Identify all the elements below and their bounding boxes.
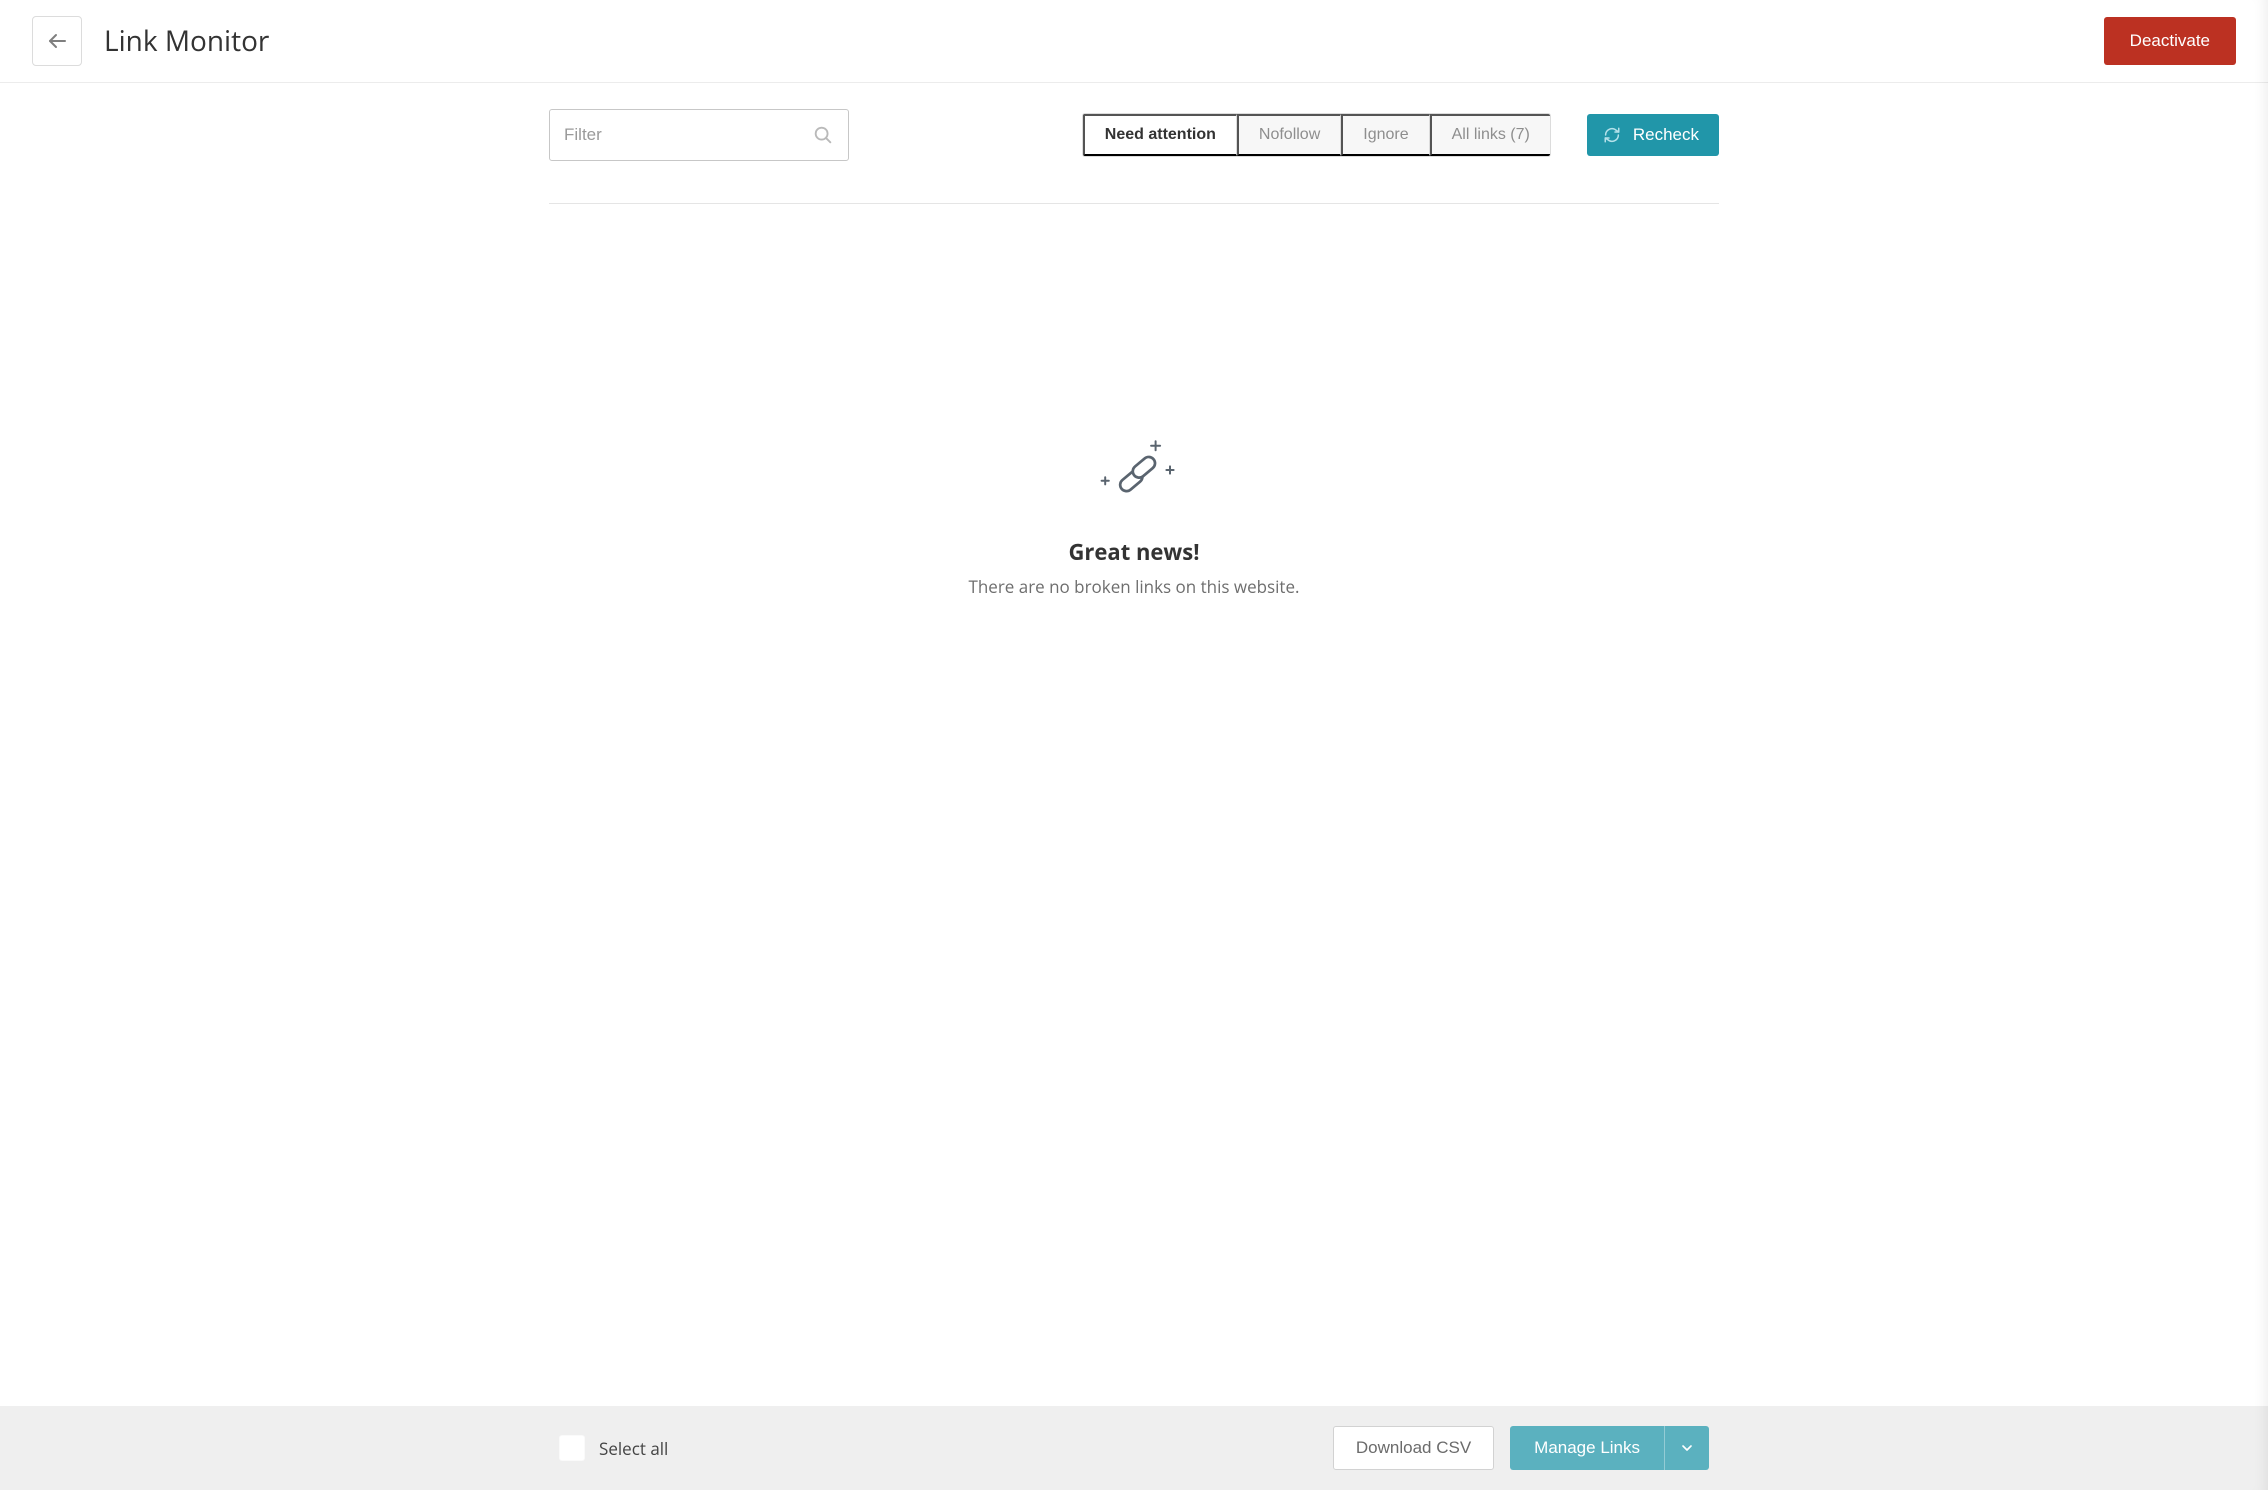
- footer: Select all Download CSV Manage Links: [0, 1406, 2268, 1490]
- download-csv-button[interactable]: Download CSV: [1333, 1426, 1494, 1470]
- empty-heading: Great news!: [1069, 537, 1200, 567]
- tab-all-links[interactable]: All links (7): [1430, 114, 1550, 156]
- recheck-button-label: Recheck: [1633, 125, 1699, 145]
- back-button[interactable]: [32, 16, 82, 66]
- toolbar: Need attention Nofollow Ignore All links…: [549, 83, 1719, 175]
- page-title: Link Monitor: [104, 22, 2104, 60]
- tab-need-attention[interactable]: Need attention: [1083, 114, 1237, 156]
- chevron-down-icon: [1679, 1440, 1695, 1456]
- page-header: Link Monitor Deactivate: [0, 0, 2268, 83]
- empty-subtext: There are no broken links on this websit…: [969, 575, 1300, 598]
- link-icon: [1089, 434, 1179, 515]
- filter-field[interactable]: [549, 109, 849, 161]
- select-all-label: Select all: [599, 1437, 668, 1460]
- arrow-left-icon: [45, 29, 69, 53]
- refresh-icon: [1603, 126, 1621, 144]
- manage-links-dropdown-toggle[interactable]: [1664, 1426, 1709, 1470]
- manage-links-button[interactable]: Manage Links: [1510, 1426, 1664, 1470]
- tab-ignore[interactable]: Ignore: [1341, 114, 1429, 156]
- tab-nofollow[interactable]: Nofollow: [1237, 114, 1341, 156]
- empty-state: Great news! There are no broken links on…: [549, 204, 1719, 1406]
- deactivate-button[interactable]: Deactivate: [2104, 17, 2236, 65]
- select-all-checkbox[interactable]: [559, 1435, 585, 1461]
- filter-input[interactable]: [564, 125, 812, 145]
- tab-group: Need attention Nofollow Ignore All links…: [1082, 113, 1551, 157]
- manage-links-button-group: Manage Links: [1510, 1426, 1709, 1470]
- recheck-button[interactable]: Recheck: [1587, 114, 1719, 156]
- search-icon: [812, 124, 834, 146]
